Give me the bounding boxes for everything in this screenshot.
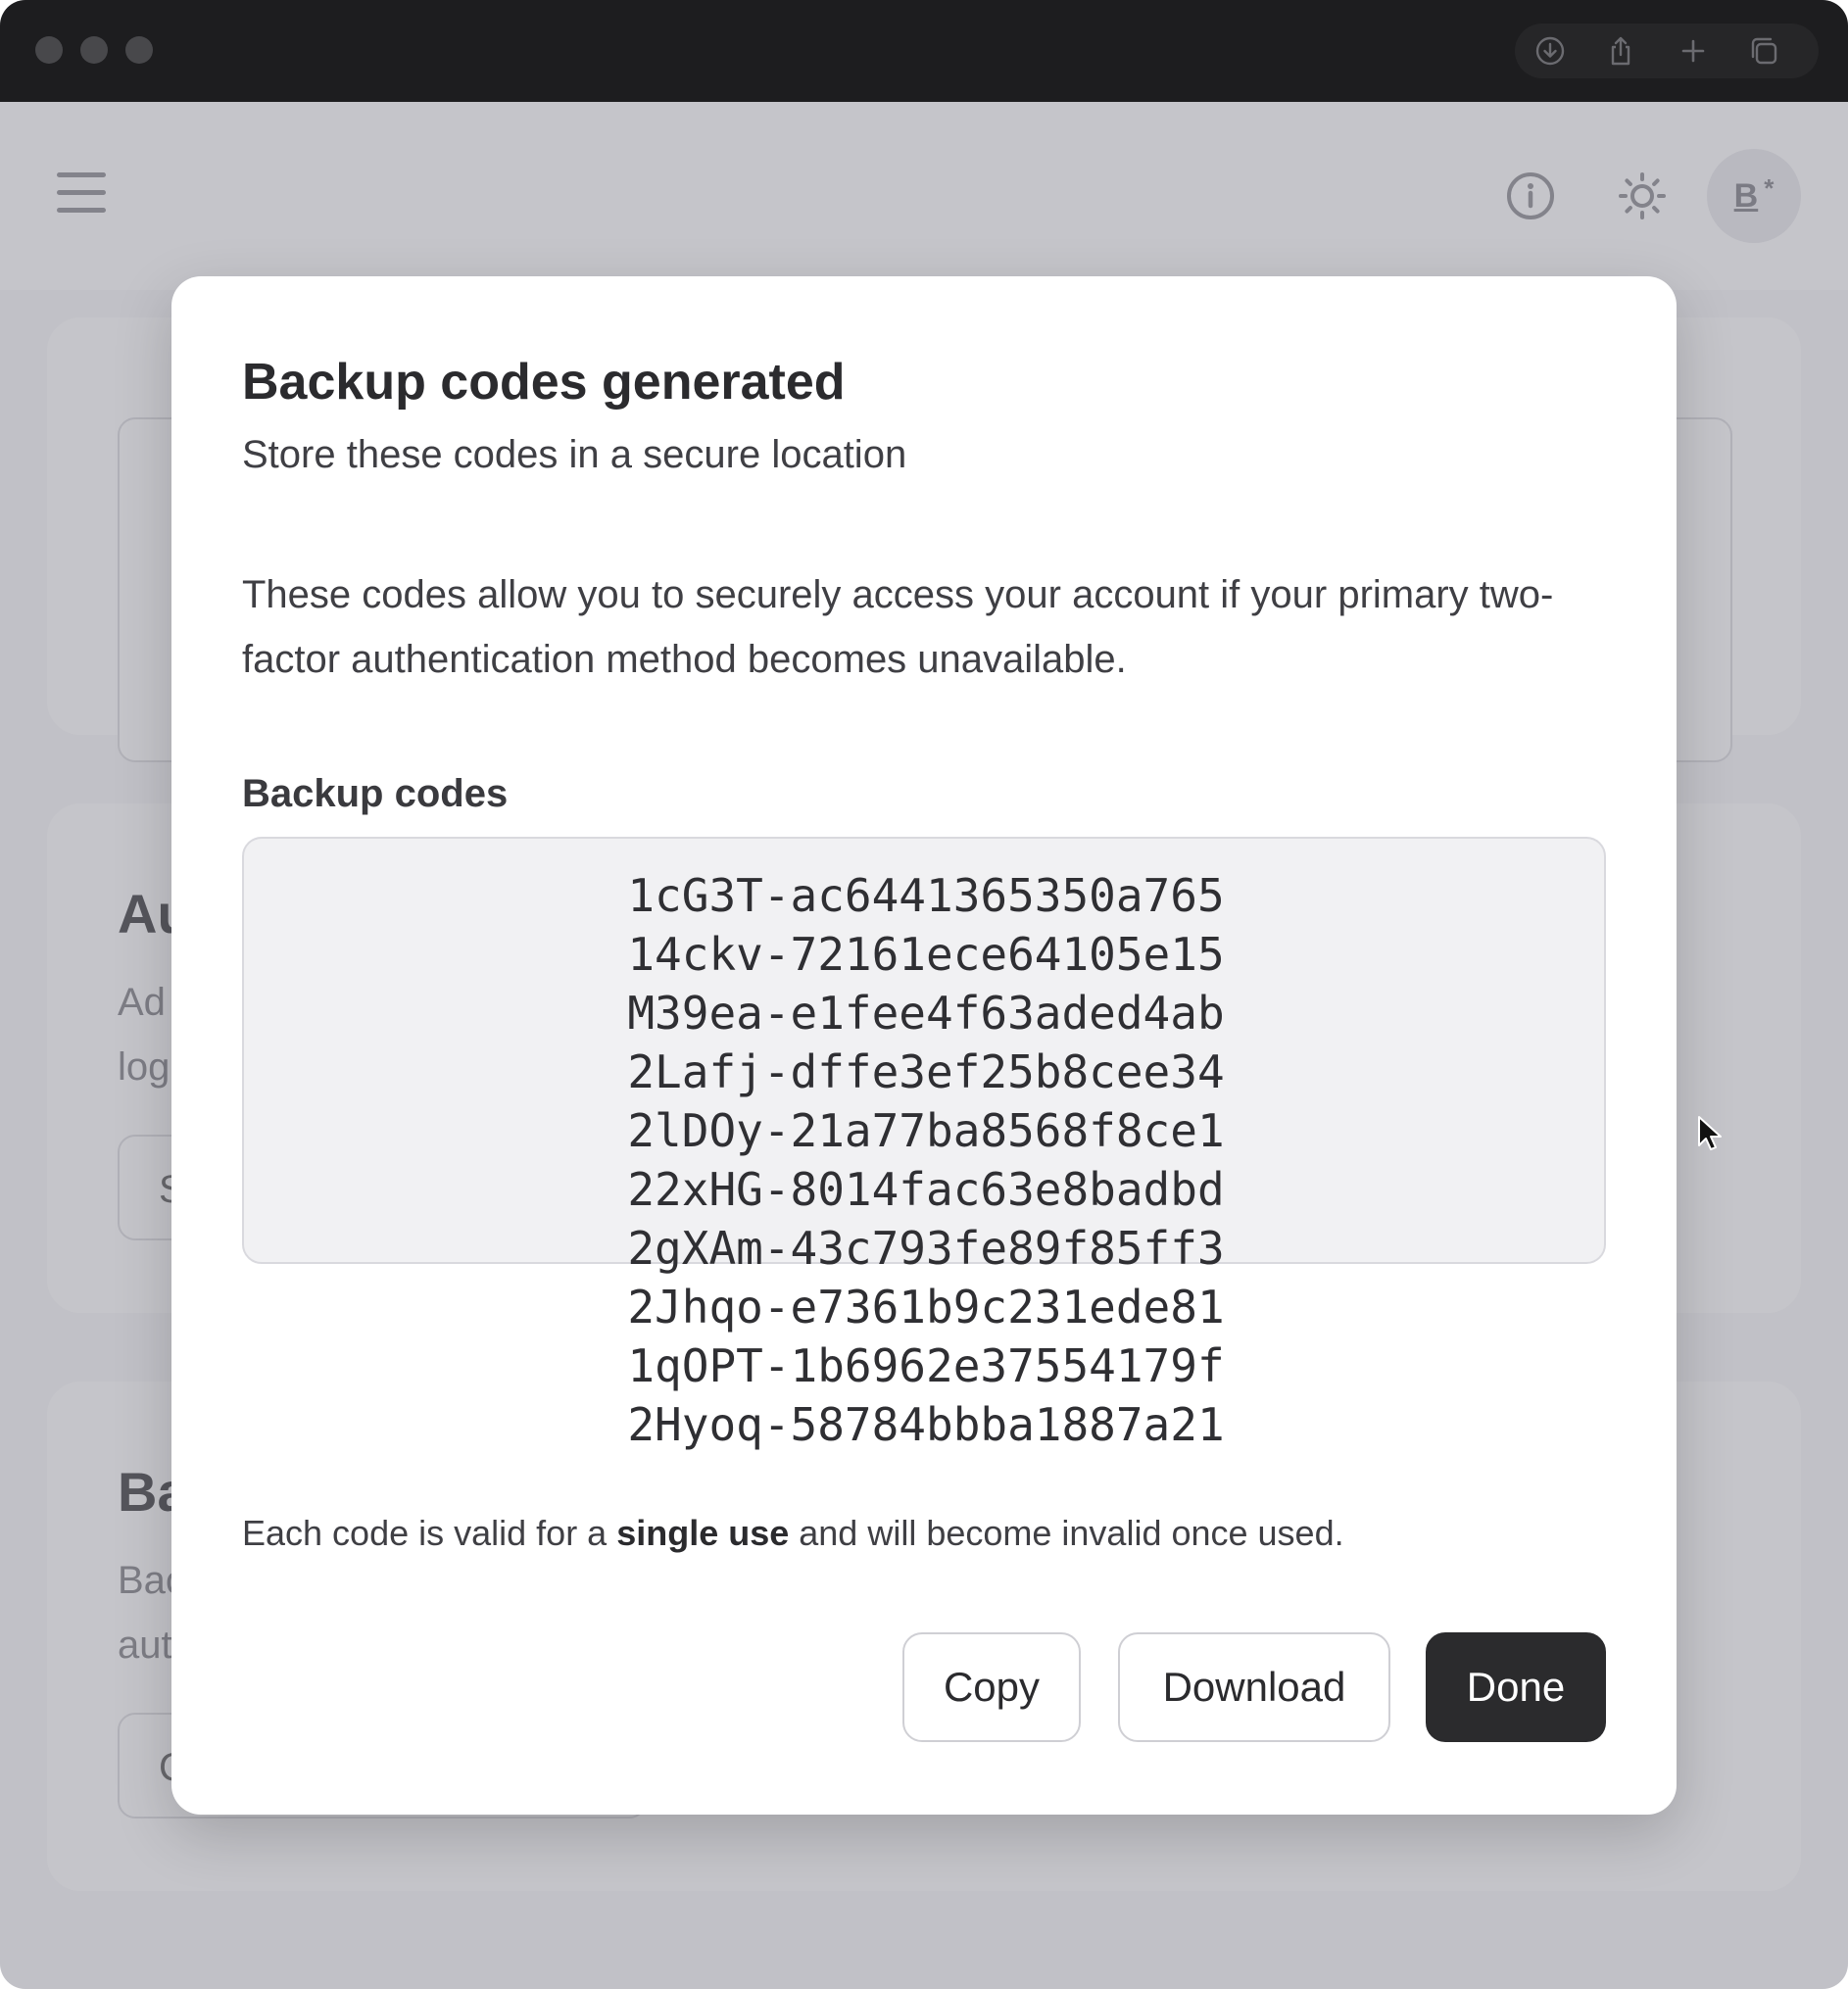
backup-code: 22xHG-8014fac63e8badbd xyxy=(627,1163,1225,1216)
dialog-subtitle: Store these codes in a secure location xyxy=(242,433,907,476)
backup-code: 2Lafj-dffe3ef25b8cee34 xyxy=(627,1045,1225,1098)
backup-codes-list: 1cG3T-ac6441365350a765 14ckv-72161ece641… xyxy=(244,866,1608,1454)
browser-window: B* Au Ad log S Ba Bac aut C Backup codes… xyxy=(0,0,1848,1989)
backup-codes-label: Backup codes xyxy=(242,772,509,815)
note-text: and will become invalid once used. xyxy=(789,1513,1344,1553)
download-icon[interactable] xyxy=(1534,35,1566,67)
new-tab-icon[interactable] xyxy=(1678,35,1709,67)
zoom-window-button[interactable] xyxy=(125,36,153,64)
done-button[interactable]: Done xyxy=(1426,1632,1606,1742)
backup-code: 2gXAm-43c793fe89f85ff3 xyxy=(627,1222,1225,1275)
mouse-pointer-icon xyxy=(1697,1115,1723,1152)
single-use-note: Each code is valid for a single use and … xyxy=(242,1513,1344,1554)
download-button[interactable]: Download xyxy=(1118,1632,1390,1742)
note-emphasis: single use xyxy=(616,1513,790,1553)
backup-code: 14ckv-72161ece64105e15 xyxy=(627,928,1225,981)
backup-code: 1qOPT-1b6962e37554179f xyxy=(627,1339,1225,1392)
backup-code: 2Jhqo-e7361b9c231ede81 xyxy=(627,1281,1225,1334)
minimize-window-button[interactable] xyxy=(80,36,108,64)
backup-code: 2lDOy-21a77ba8568f8ce1 xyxy=(627,1104,1225,1157)
close-window-button[interactable] xyxy=(35,36,63,64)
backup-code: 2Hyoq-58784bbba1887a21 xyxy=(627,1398,1225,1451)
copy-button[interactable]: Copy xyxy=(902,1632,1081,1742)
share-icon[interactable] xyxy=(1605,35,1636,67)
dialog-title: Backup codes generated xyxy=(242,354,846,411)
backup-codes-dialog: Backup codes generated Store these codes… xyxy=(171,276,1677,1815)
backup-code: 1cG3T-ac6441365350a765 xyxy=(627,869,1225,922)
toolbar-group xyxy=(1515,24,1819,78)
tabs-overview-icon[interactable] xyxy=(1748,35,1779,67)
window-titlebar xyxy=(0,0,1848,102)
backup-code: M39ea-e1fee4f63aded4ab xyxy=(627,987,1225,1040)
dialog-description: These codes allow you to securely access… xyxy=(242,573,1554,681)
backup-codes-box[interactable]: 1cG3T-ac6441365350a765 14ckv-72161ece641… xyxy=(242,837,1606,1451)
note-text: Each code is valid for a xyxy=(242,1513,617,1553)
